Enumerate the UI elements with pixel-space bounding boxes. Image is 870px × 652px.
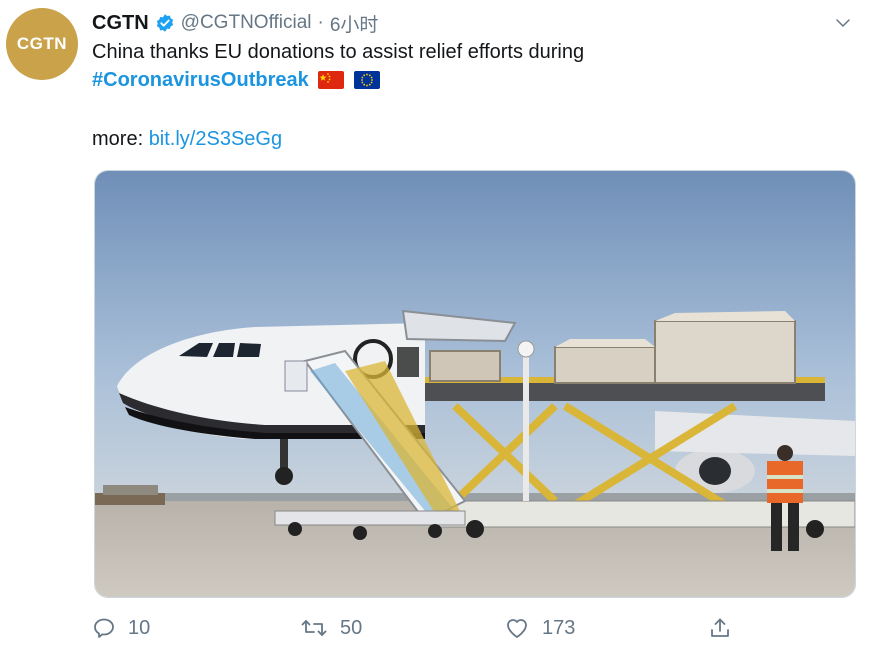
tweet-header: CGTN @CGTNOfficial · 6小时 [92, 10, 850, 36]
reply-button[interactable]: 10 [92, 616, 300, 640]
tweet-actions: 10 50 173 [92, 612, 852, 644]
tweet-text: China thanks EU donations to assist reli… [92, 38, 852, 153]
share-button[interactable] [708, 616, 744, 640]
heart-icon [507, 619, 527, 638]
more-label: more: [92, 128, 149, 150]
reply-count: 10 [128, 616, 151, 639]
eu-flag-icon [353, 69, 380, 97]
verified-badge-icon [155, 13, 175, 33]
shortened-link[interactable]: bit.ly/2S3SeGg [149, 128, 282, 150]
tweet-photo[interactable] [94, 170, 856, 598]
hashtag-line: #CoronavirusOutbreak [92, 66, 852, 97]
retweet-count: 50 [340, 616, 363, 639]
retweet-icon [301, 620, 327, 636]
share-icon [711, 618, 729, 637]
author-handle[interactable]: @CGTNOfficial [181, 12, 312, 34]
cargo-plane-photo [95, 171, 855, 597]
author-name[interactable]: CGTN [92, 12, 149, 35]
china-flag-icon [318, 69, 345, 97]
avatar[interactable]: CGTN [6, 8, 78, 80]
reply-icon [94, 618, 114, 638]
retweet-button[interactable]: 50 [300, 616, 504, 640]
more-line: more: bit.ly/2S3SeGg [92, 125, 852, 153]
tweet-timestamp[interactable]: 6小时 [330, 10, 379, 37]
avatar-logo-text: CGTN [16, 34, 68, 53]
hashtag-link[interactable]: #CoronavirusOutbreak [92, 69, 309, 91]
like-button[interactable]: 173 [504, 616, 708, 640]
tweet-text-line: China thanks EU donations to assist reli… [92, 41, 585, 63]
separator-dot: · [317, 12, 324, 33]
chevron-down-icon[interactable] [832, 12, 854, 34]
like-count: 173 [542, 616, 576, 639]
